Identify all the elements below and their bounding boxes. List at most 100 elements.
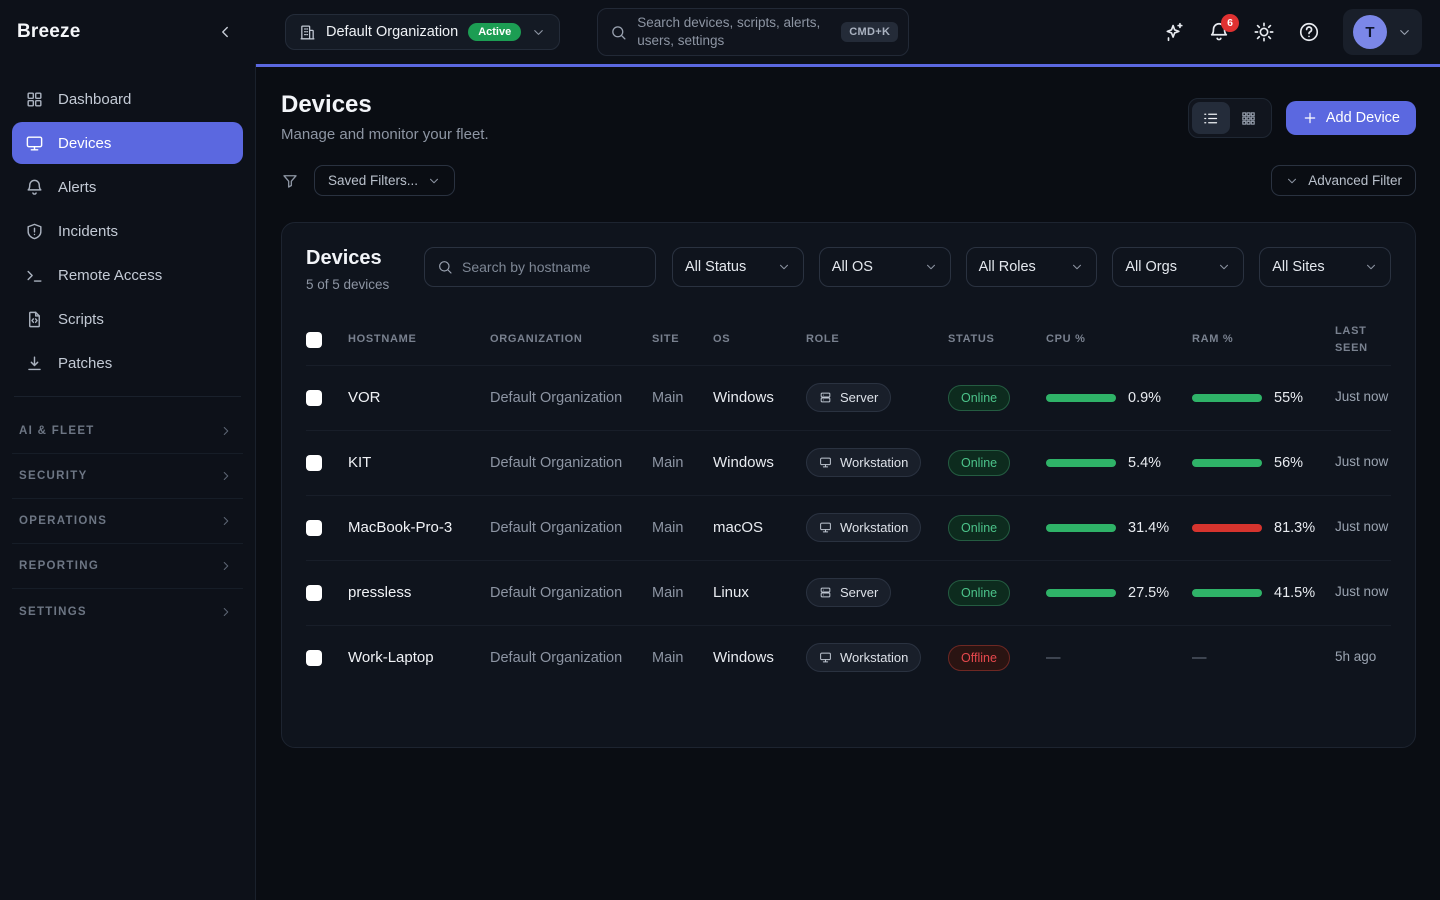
sidebar-item-patches[interactable]: Patches xyxy=(12,342,243,384)
status-cell: Offline xyxy=(948,645,1046,671)
os-cell: macOS xyxy=(713,519,806,536)
help-icon xyxy=(1298,21,1320,43)
row-checkbox[interactable] xyxy=(306,650,322,666)
select-all-checkbox[interactable] xyxy=(306,332,322,348)
monitor-icon xyxy=(819,521,832,534)
status-badge: Online xyxy=(948,580,1010,606)
sidebar-collapse-button[interactable] xyxy=(216,23,234,41)
last-seen-cell: Just now xyxy=(1335,452,1391,472)
table-row[interactable]: presslessDefault OrganizationMainLinuxSe… xyxy=(306,560,1391,625)
role-badge: Workstation xyxy=(806,513,921,542)
ram-cell: 56% xyxy=(1192,455,1335,471)
list-view-button[interactable] xyxy=(1192,102,1230,134)
status-badge: Online xyxy=(948,515,1010,541)
hostname-search xyxy=(424,247,656,287)
page-subtitle: Manage and monitor your fleet. xyxy=(281,126,489,143)
sidebar-section-operations[interactable]: OPERATIONS xyxy=(12,499,243,544)
ram-value: 55% xyxy=(1274,390,1303,406)
sidebar-item-incidents[interactable]: Incidents xyxy=(12,210,243,252)
table-row[interactable]: MacBook-Pro-3Default OrganizationMainmac… xyxy=(306,495,1391,560)
add-device-button[interactable]: Add Device xyxy=(1286,101,1416,135)
role-cell: Workstation xyxy=(806,448,948,477)
theme-toggle-button[interactable] xyxy=(1253,21,1275,43)
role-label: Server xyxy=(840,390,878,405)
site-cell: Main xyxy=(652,455,713,471)
page-actions: Add Device xyxy=(1188,98,1416,138)
sidebar-nav: Dashboard DevicesAlertsIncidents Remote Ac… xyxy=(12,78,243,384)
sidebar-section-reporting[interactable]: REPORTING xyxy=(12,544,243,589)
row-checkbox-cell xyxy=(306,455,348,471)
chevron-right-icon xyxy=(219,605,233,619)
ram-empty: — xyxy=(1192,650,1207,666)
user-menu[interactable]: T xyxy=(1343,9,1422,55)
sidebar-item-remote-access[interactable]: Remote Access xyxy=(12,254,243,296)
row-checkbox-cell xyxy=(306,650,348,666)
role-badge: Workstation xyxy=(806,448,921,477)
topbar: Breeze Default Organization Active Searc… xyxy=(0,0,1440,64)
organization-cell: Default Organization xyxy=(490,650,652,666)
organization-text: Default Organization xyxy=(490,520,640,536)
sidebar-item-dashboard[interactable]: Dashboard xyxy=(12,78,243,120)
shortcut-keycap: CMD+K xyxy=(841,22,898,42)
table-row[interactable]: KITDefault OrganizationMainWindowsWorkst… xyxy=(306,430,1391,495)
filter-select-value: All OS xyxy=(832,259,873,275)
organization-text: Default Organization xyxy=(490,455,640,471)
organization-cell: Default Organization xyxy=(490,520,652,536)
server-icon xyxy=(819,391,832,404)
hostname-cell: pressless xyxy=(348,584,490,601)
cpu-bar xyxy=(1046,524,1116,532)
sparkles-icon xyxy=(1163,21,1185,43)
hostname-cell: MacBook-Pro-3 xyxy=(348,519,490,536)
advanced-filter-button[interactable]: Advanced Filter xyxy=(1271,165,1416,196)
sidebar-item-label: Dashboard xyxy=(58,91,131,108)
sidebar-section-label: SECURITY xyxy=(19,470,88,482)
global-search-input[interactable]: Search devices, scripts, alerts, users, … xyxy=(597,8,909,56)
filter-select-all-roles[interactable]: All Roles xyxy=(966,247,1098,287)
ram-value: 41.5% xyxy=(1274,585,1315,601)
panel-toolbar: Devices 5 of 5 devices All StatusAll OSA… xyxy=(306,247,1391,295)
org-selector[interactable]: Default Organization Active xyxy=(285,14,560,50)
row-checkbox[interactable] xyxy=(306,455,322,471)
status-cell: Online xyxy=(948,450,1046,476)
filter-select-value: All Roles xyxy=(979,259,1036,275)
table-header-checkbox-cell xyxy=(306,332,348,348)
sidebar-item-alerts[interactable]: Alerts xyxy=(12,166,243,208)
terminal-icon xyxy=(25,266,44,285)
sidebar-item-scripts[interactable]: Scripts xyxy=(12,298,243,340)
cpu-bar xyxy=(1046,394,1116,402)
row-checkbox[interactable] xyxy=(306,585,322,601)
table-row[interactable]: VORDefault OrganizationMainWindowsServer… xyxy=(306,365,1391,430)
sidebar-item-devices[interactable]: Devices xyxy=(12,122,243,164)
filter-select-value: All Orgs xyxy=(1125,259,1177,275)
help-button[interactable] xyxy=(1298,21,1320,43)
chevron-right-icon xyxy=(219,424,233,438)
filter-select-all-os[interactable]: All OS xyxy=(819,247,951,287)
hostname-search-input[interactable] xyxy=(462,259,643,275)
table-row[interactable]: Work-LaptopDefault OrganizationMainWindo… xyxy=(306,625,1391,690)
download-icon xyxy=(25,354,44,373)
filter-select-all-orgs[interactable]: All Orgs xyxy=(1112,247,1244,287)
row-checkbox[interactable] xyxy=(306,390,322,406)
row-checkbox[interactable] xyxy=(306,520,322,536)
role-badge: Server xyxy=(806,383,891,412)
ai-assistant-button[interactable] xyxy=(1163,21,1185,43)
cpu-cell: 27.5% xyxy=(1046,585,1192,601)
sidebar-section-label: OPERATIONS xyxy=(19,515,107,527)
chevron-down-icon xyxy=(531,25,546,40)
filter-select-value: All Sites xyxy=(1272,259,1324,275)
last-seen-cell: Just now xyxy=(1335,387,1391,407)
monitor-icon xyxy=(819,651,832,664)
ram-value: 56% xyxy=(1274,455,1303,471)
sidebar-section-settings[interactable]: SETTINGS xyxy=(12,589,243,634)
filter-select-all-sites[interactable]: All Sites xyxy=(1259,247,1391,287)
notifications-button[interactable]: 6 xyxy=(1208,21,1230,43)
sidebar-item-label: Remote Access xyxy=(58,267,162,284)
notification-count-badge: 6 xyxy=(1221,14,1239,32)
sidebar-section-security[interactable]: SECURITY xyxy=(12,454,243,499)
sidebar-section-ai-fleet[interactable]: AI & FLEET xyxy=(12,409,243,454)
grid-icon xyxy=(1240,110,1257,127)
filter-select-all-status[interactable]: All Status xyxy=(672,247,804,287)
grid-view-button[interactable] xyxy=(1230,102,1268,134)
page-title: Devices xyxy=(281,91,489,119)
saved-filters-dropdown[interactable]: Saved Filters... xyxy=(314,165,455,196)
